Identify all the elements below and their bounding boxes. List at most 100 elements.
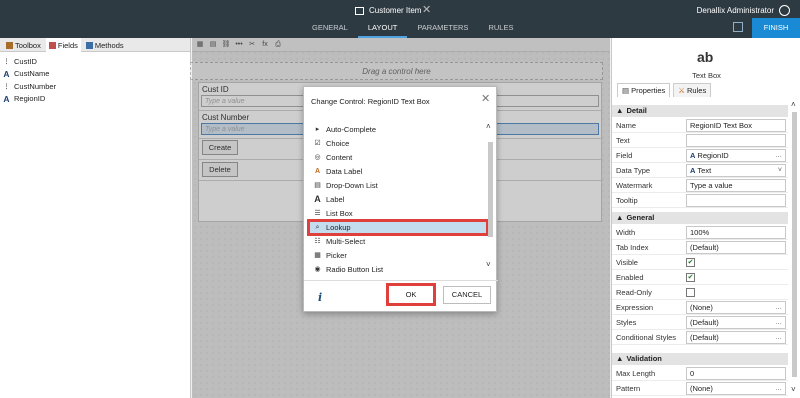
text-field-icon: A [690,166,696,175]
cancel-button[interactable]: CANCEL [443,286,491,304]
choice-icon: ☑ [314,140,321,147]
prop-value: (None) [690,303,713,312]
content-icon: ◎ [314,154,321,161]
data-type-select[interactable]: A Text ˅ [686,164,786,177]
prop-row-conditional-styles: Conditional Styles (Default) … [612,330,788,345]
scrollbar-thumb[interactable] [792,112,797,377]
tab-toolbox[interactable]: Toolbox [3,38,44,52]
field-selector[interactable]: A RegionID … [686,149,786,162]
tab-rules-panel[interactable]: ⚔ Rules [673,83,712,97]
properties-scrollbar[interactable]: ˄ ˅ [790,100,799,398]
enabled-checkbox[interactable]: ✔ [686,273,695,282]
section-detail[interactable]: ▲ Detail [612,105,788,117]
rules-icon: ⚔ [678,85,686,95]
more-icon[interactable]: … [775,332,782,343]
tooltip-field[interactable] [686,194,786,207]
user-menu[interactable]: Denallix Administrator [697,5,790,16]
more-icon[interactable]: … [775,150,782,161]
field-item-regionid[interactable]: A RegionID [2,93,188,106]
chevron-up-icon[interactable]: ˄ [486,122,491,131]
expression-field[interactable]: (None) … [686,301,786,314]
read-only-checkbox[interactable] [686,288,695,297]
chevron-down-icon[interactable]: ˅ [791,385,796,394]
prop-row-name: Name RegionID Text Box [612,118,788,133]
field-item-custname[interactable]: A CustName [2,68,188,81]
list-item-label-control[interactable]: A Label [309,193,487,206]
text-box-icon: ab [697,49,714,65]
chevron-down-icon[interactable]: ˅ [778,165,782,176]
tab-properties[interactable]: ▤ Properties [617,83,671,97]
list-item-label: Drop-Down List [326,181,378,190]
list-item-content[interactable]: ◎ Content [309,151,487,164]
name-field[interactable]: RegionID Text Box [686,119,786,132]
close-document-icon[interactable]: ✕ [422,4,431,17]
list-item-data-label[interactable]: A Data Label [309,165,487,178]
width-field[interactable]: 100% [686,226,786,239]
document-tab[interactable]: Customer Item ✕ [355,4,437,17]
change-control-dialog: Change Control: RegionID Text Box ✕ ▸ Au… [303,86,498,312]
list-item-list-box[interactable]: ☰ List Box [309,207,487,220]
tab-general[interactable]: GENERAL [302,22,358,38]
list-item-label: Data Label [326,167,363,176]
list-item-label: Auto-Complete [326,125,377,134]
list-item-label: Content [326,153,353,162]
list-item-multi-select[interactable]: ☷ Multi-Select [309,235,487,248]
conditional-styles-field[interactable]: (Default) … [686,331,786,344]
prop-label: Watermark [616,181,653,190]
prop-label: Text [616,136,630,145]
list-item-auto-complete[interactable]: ▸ Auto-Complete [309,123,487,136]
list-item-picker[interactable]: ▦ Picker [309,249,487,262]
section-validation[interactable]: ▲ Validation [612,353,788,365]
prop-value: 100% [690,228,710,237]
save-icon[interactable] [733,22,743,32]
dropdown-list-icon: ▤ [314,182,321,189]
max-length-field[interactable]: 0 [686,367,786,380]
tab-fields[interactable]: Fields [45,38,81,52]
field-item-custnumber[interactable]: ⋮ CustNumber [2,80,188,93]
pattern-field[interactable]: (None) … [686,382,786,395]
more-icon[interactable]: … [775,317,782,328]
section-general[interactable]: ▲ General [612,212,788,224]
text-field[interactable] [686,134,786,147]
styles-field[interactable]: (Default) … [686,316,786,329]
more-icon[interactable]: … [775,383,782,394]
tab-rules[interactable]: RULES [478,22,523,38]
document-title: Customer Item [369,6,422,15]
tab-methods[interactable]: Methods [83,38,127,52]
scrollbar-thumb[interactable] [488,142,493,237]
number-field-icon: ⋮ [3,83,10,90]
prop-row-pattern: Pattern (None) … [612,381,788,396]
list-item-lookup[interactable]: ⌕ Lookup [307,219,489,236]
close-icon[interactable]: ✕ [481,93,491,105]
list-item-choice[interactable]: ☑ Choice [309,137,487,150]
field-item-custid[interactable]: ⋮ CustID [2,55,188,68]
collapse-icon: ▲ [616,106,624,115]
section-label: Validation [626,354,662,363]
list-item-label: Picker [326,251,347,260]
chevron-up-icon[interactable]: ˄ [791,100,796,109]
prop-value: (None) [690,384,713,393]
visible-checkbox[interactable]: ✔ [686,258,695,267]
control-header: ab Text Box [612,38,800,81]
info-icon[interactable]: i [318,291,322,304]
tab-layout[interactable]: LAYOUT [357,22,408,38]
list-item-radio-button-list[interactable]: ◉ Radio Button List [309,263,487,276]
more-icon[interactable]: … [775,302,782,313]
chevron-down-icon[interactable]: ˅ [486,260,491,269]
label-icon: A [314,194,321,204]
prop-row-watermark: Watermark Type a value [612,178,788,193]
tab-index-field[interactable]: (Default) [686,241,786,254]
prop-value: RegionID [697,151,729,160]
finish-button[interactable]: FINISH [752,18,800,38]
dialog-scrollbar[interactable]: ˄ ˅ [485,122,495,274]
designer-tabs: GENERAL LAYOUT PARAMETERS RULES [302,22,523,38]
watermark-field[interactable]: Type a value [686,179,786,192]
prop-value: (Default) [690,243,719,252]
tab-parameters[interactable]: PARAMETERS [407,22,478,38]
top-bar: Customer Item ✕ GENERAL LAYOUT PARAMETER… [0,0,800,38]
ok-button[interactable]: OK [386,283,436,306]
user-name: Denallix Administrator [696,6,774,15]
list-item-drop-down-list[interactable]: ▤ Drop-Down List [309,179,487,192]
prop-row-read-only: Read-Only [612,285,788,300]
prop-label: Field [616,151,633,160]
